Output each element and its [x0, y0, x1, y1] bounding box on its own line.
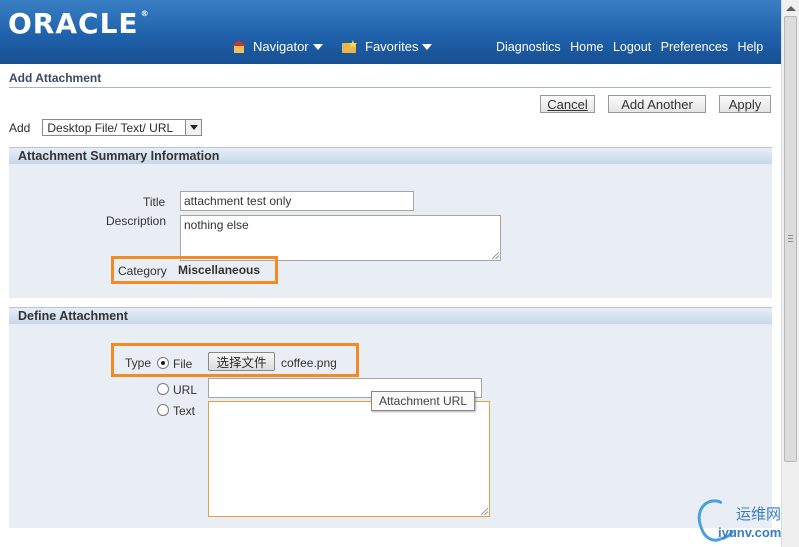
dropdown-arrow-icon[interactable]	[185, 120, 202, 135]
add-type-select-value: Desktop File/ Text/ URL	[47, 120, 174, 135]
title-label: Title	[143, 195, 166, 209]
scroll-grip-icon	[788, 235, 793, 242]
home-icon	[232, 40, 246, 53]
category-value: Miscellaneous	[178, 263, 261, 277]
title-input[interactable]: attachment test only	[180, 191, 414, 211]
type-label: Type	[125, 356, 152, 370]
watermark-logo: 运维网 iyunv.com	[691, 494, 796, 546]
vertical-scrollbar[interactable]	[781, 0, 799, 547]
favorites-label: Favorites	[365, 39, 419, 54]
add-label: Add	[9, 120, 31, 135]
chevron-down-icon	[422, 43, 433, 50]
preferences-link[interactable]: Preferences	[661, 40, 728, 54]
scroll-up-arrow-icon[interactable]	[786, 6, 796, 11]
attachment-summary-header: Attachment Summary Information	[9, 147, 772, 164]
text-radio-label[interactable]: Text	[173, 404, 195, 418]
cancel-button[interactable]: Cancel	[540, 95, 595, 113]
favorites-menu[interactable]: ★ Favorites	[342, 39, 433, 54]
add-type-select[interactable]: Desktop File/ Text/ URL	[42, 119, 203, 136]
watermark-en: iyunv.com	[718, 525, 782, 540]
url-tooltip: Attachment URL	[371, 391, 475, 411]
scroll-thumb[interactable]	[784, 16, 797, 462]
chevron-down-icon	[312, 43, 323, 50]
help-link[interactable]: Help	[738, 40, 764, 54]
add-another-button[interactable]: Add Another	[608, 95, 706, 113]
url-radio-label[interactable]: URL	[173, 383, 197, 397]
define-attachment-header: Define Attachment	[9, 307, 772, 324]
apply-button[interactable]: Apply	[719, 95, 771, 113]
selected-file-name: coffee.png	[281, 356, 337, 370]
navigator-label: Navigator	[253, 39, 309, 54]
description-label: Description	[106, 214, 167, 228]
logout-link[interactable]: Logout	[613, 40, 651, 54]
diagnostics-link[interactable]: Diagnostics	[496, 40, 561, 54]
text-textarea[interactable]	[208, 401, 490, 517]
favorites-folder-icon: ★	[342, 40, 358, 53]
resize-grip-icon[interactable]	[481, 508, 488, 515]
navigator-menu[interactable]: Navigator	[232, 39, 323, 54]
app-header: ORACLE ® Navigator ★ Favorites Diagnostic…	[0, 0, 781, 64]
home-link[interactable]: Home	[570, 40, 603, 54]
file-radio-label[interactable]: File	[173, 357, 192, 371]
category-label: Category	[118, 264, 167, 278]
choose-file-button[interactable]: 选择文件	[208, 352, 275, 371]
text-radio[interactable]	[157, 404, 169, 416]
page-title: Add Attachment	[9, 71, 102, 85]
watermark-cn: 运维网	[736, 505, 782, 523]
resize-grip-icon[interactable]	[492, 252, 499, 259]
description-value: nothing else	[184, 218, 249, 232]
url-radio[interactable]	[157, 383, 169, 395]
add-type-row: Add Desktop File/ Text/ URL	[9, 119, 203, 136]
description-textarea[interactable]: nothing else	[180, 215, 501, 261]
file-radio[interactable]	[157, 357, 169, 369]
global-links: Diagnostics Home Logout Preferences Help	[496, 40, 769, 54]
title-divider	[9, 87, 771, 88]
oracle-logo[interactable]: ORACLE ®	[8, 7, 150, 40]
